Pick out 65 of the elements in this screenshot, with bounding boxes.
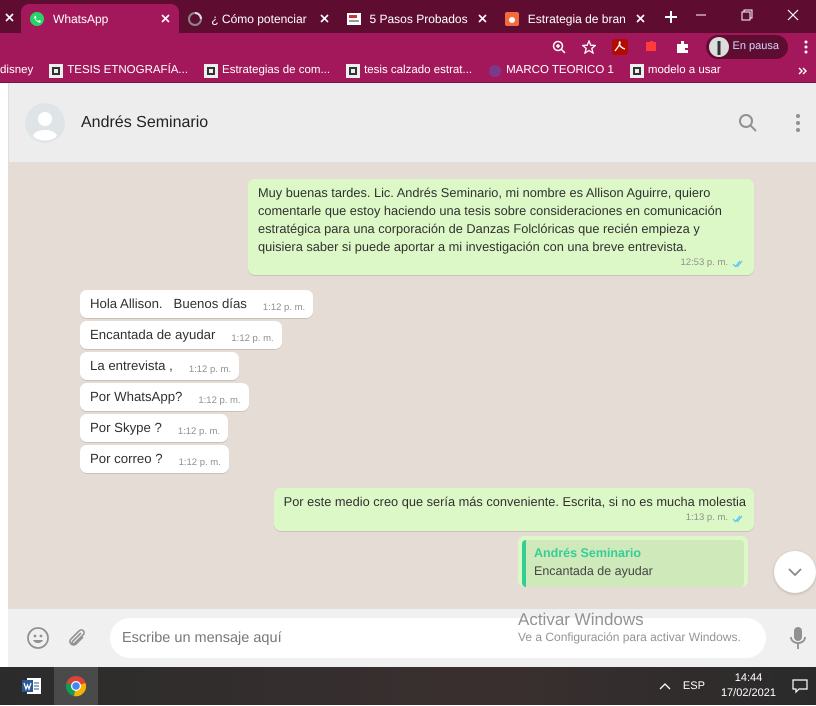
message-time: 1:12 p. m. xyxy=(231,332,274,346)
avatar-icon xyxy=(708,36,729,56)
message-text: Por este medio creo que sería más conveniente. Escrita, si no es mucha molestia xyxy=(284,493,746,512)
whatsapp-icon xyxy=(29,10,45,26)
contact-name: Andrés Seminario xyxy=(81,112,210,132)
bookmark-link[interactable]: disney xyxy=(0,62,34,80)
message-text: Por WhatsApp? xyxy=(90,388,182,406)
emoji-icon[interactable] xyxy=(26,626,50,650)
bookmark-favicon xyxy=(49,64,64,78)
menu-icon[interactable] xyxy=(796,114,800,132)
bookmark-favicon xyxy=(630,64,644,78)
bookmark-link[interactable]: TESIS ETNOGRAFÍA... xyxy=(49,62,188,80)
message-time: 1:13 p. m. xyxy=(686,511,728,526)
puzzle-icon[interactable] xyxy=(676,40,690,54)
chevron-up-icon[interactable] xyxy=(658,682,671,690)
microphone-icon[interactable] xyxy=(790,626,806,650)
browser-tab[interactable]: 5 Pasos Probados xyxy=(338,4,496,33)
message-text: Por correo ? xyxy=(90,450,163,468)
bookmark-link[interactable]: tesis calzado estrat... xyxy=(346,62,472,80)
activation-text: Ve a Configuración para activar Windows. xyxy=(518,629,741,646)
browser-tab[interactable]: WhatsApp xyxy=(21,4,180,33)
message-text: Muy buenas tardes. Lic. Andrés Seminario, mi nombre es Allison Aguirre, quiero comentarle que estoy haciendo una tesis sobre consideraciones en comunicación estratégica para una corporación de Danzas Folclóricas que recién empieza y quisiera saber si puede aportar a mi investigación con una breve entrevista. xyxy=(258,184,723,256)
tab-favicon xyxy=(504,10,520,26)
pdf-extension-icon[interactable] xyxy=(612,38,628,54)
notification-icon[interactable] xyxy=(792,678,808,694)
clock-date[interactable]: 17/02/2021 xyxy=(720,686,776,701)
chrome-icon[interactable] xyxy=(65,675,87,697)
bookmark-favicon xyxy=(204,64,218,78)
close-icon[interactable] xyxy=(160,13,172,24)
message-time: 12:53 p. m. xyxy=(680,256,728,270)
message-time: 1:12 p. m. xyxy=(178,425,220,439)
message-text: La entrevista , xyxy=(90,357,173,376)
bookmark-favicon xyxy=(346,64,360,78)
browser-tab[interactable]: ¿ Cómo potenciar xyxy=(179,4,338,33)
bookmark-link[interactable]: MARCO TEORICO 1 xyxy=(488,62,614,80)
close-icon[interactable] xyxy=(318,13,330,24)
close-icon[interactable] xyxy=(4,12,15,23)
zoom-icon[interactable] xyxy=(552,40,566,54)
clock-time[interactable]: 14:44 xyxy=(734,671,762,686)
message-text: Encantada de ayudar xyxy=(90,326,216,344)
more-icon[interactable] xyxy=(804,40,808,54)
bookmark-favicon xyxy=(488,64,502,78)
chevron-down-icon xyxy=(788,568,802,576)
profile-button[interactable]: En pausa xyxy=(706,34,788,58)
message-time: 1:12 p. m. xyxy=(188,363,232,377)
message-time: 1:12 p. m. xyxy=(178,456,221,470)
quote-author: Andrés Seminario xyxy=(534,544,642,562)
message-text: Por Skype ? xyxy=(90,419,162,438)
new-tab-icon[interactable] xyxy=(664,10,678,24)
message-time: 1:12 p. m. xyxy=(198,394,241,408)
browser-tab[interactable]: Estrategia de bran xyxy=(496,4,654,33)
search-icon[interactable] xyxy=(738,112,758,132)
chevron-icon[interactable] xyxy=(798,66,808,76)
message-time: 1:12 p. m. xyxy=(262,301,306,315)
bookmark-link[interactable]: Estrategias de com... xyxy=(204,62,330,80)
word-icon[interactable] xyxy=(22,677,42,695)
message-text: Hola Allison. Buenos días xyxy=(90,295,247,314)
tab-favicon xyxy=(187,10,204,26)
star-icon[interactable] xyxy=(582,40,596,54)
close-icon[interactable] xyxy=(476,13,488,24)
bookmark-link[interactable]: modelo a usar xyxy=(630,62,721,80)
close-icon[interactable] xyxy=(635,13,646,24)
language-indicator[interactable]: ESP xyxy=(682,678,705,694)
quote-text: Encantada de ayudar xyxy=(534,563,654,580)
tab-favicon xyxy=(346,10,362,26)
